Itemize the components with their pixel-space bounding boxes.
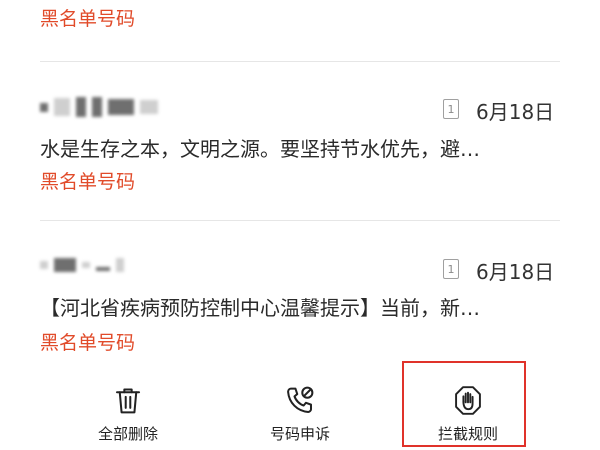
sender-redacted — [40, 258, 124, 272]
message-preview: 【河北省疾病预防控制中心温馨提示】当前，新… — [40, 296, 480, 320]
sim-card-icon: 1 — [443, 99, 459, 119]
message-tag-blacklist: 黑名单号码 — [40, 8, 136, 30]
message-date: 6月18日 — [476, 100, 555, 124]
divider — [40, 61, 560, 62]
sender-redacted — [40, 97, 158, 117]
number-appeal-label: 号码申诉 — [269, 425, 330, 443]
trash-icon — [115, 388, 141, 414]
divider — [40, 220, 560, 221]
message-date: 6月18日 — [476, 260, 555, 284]
phone-appeal-icon — [287, 386, 314, 413]
message-preview: 水是生存之本，文明之源。要坚持节水优先，避… — [40, 137, 480, 161]
number-appeal-button[interactable]: 号码申诉 — [220, 384, 380, 444]
message-tag-blacklist: 黑名单号码 — [40, 171, 136, 193]
highlight-box — [402, 361, 526, 447]
delete-all-button[interactable]: 全部删除 — [48, 384, 208, 444]
message-tag-blacklist: 黑名单号码 — [40, 332, 136, 354]
delete-all-label: 全部删除 — [97, 425, 158, 443]
sim-card-icon: 1 — [443, 259, 459, 279]
